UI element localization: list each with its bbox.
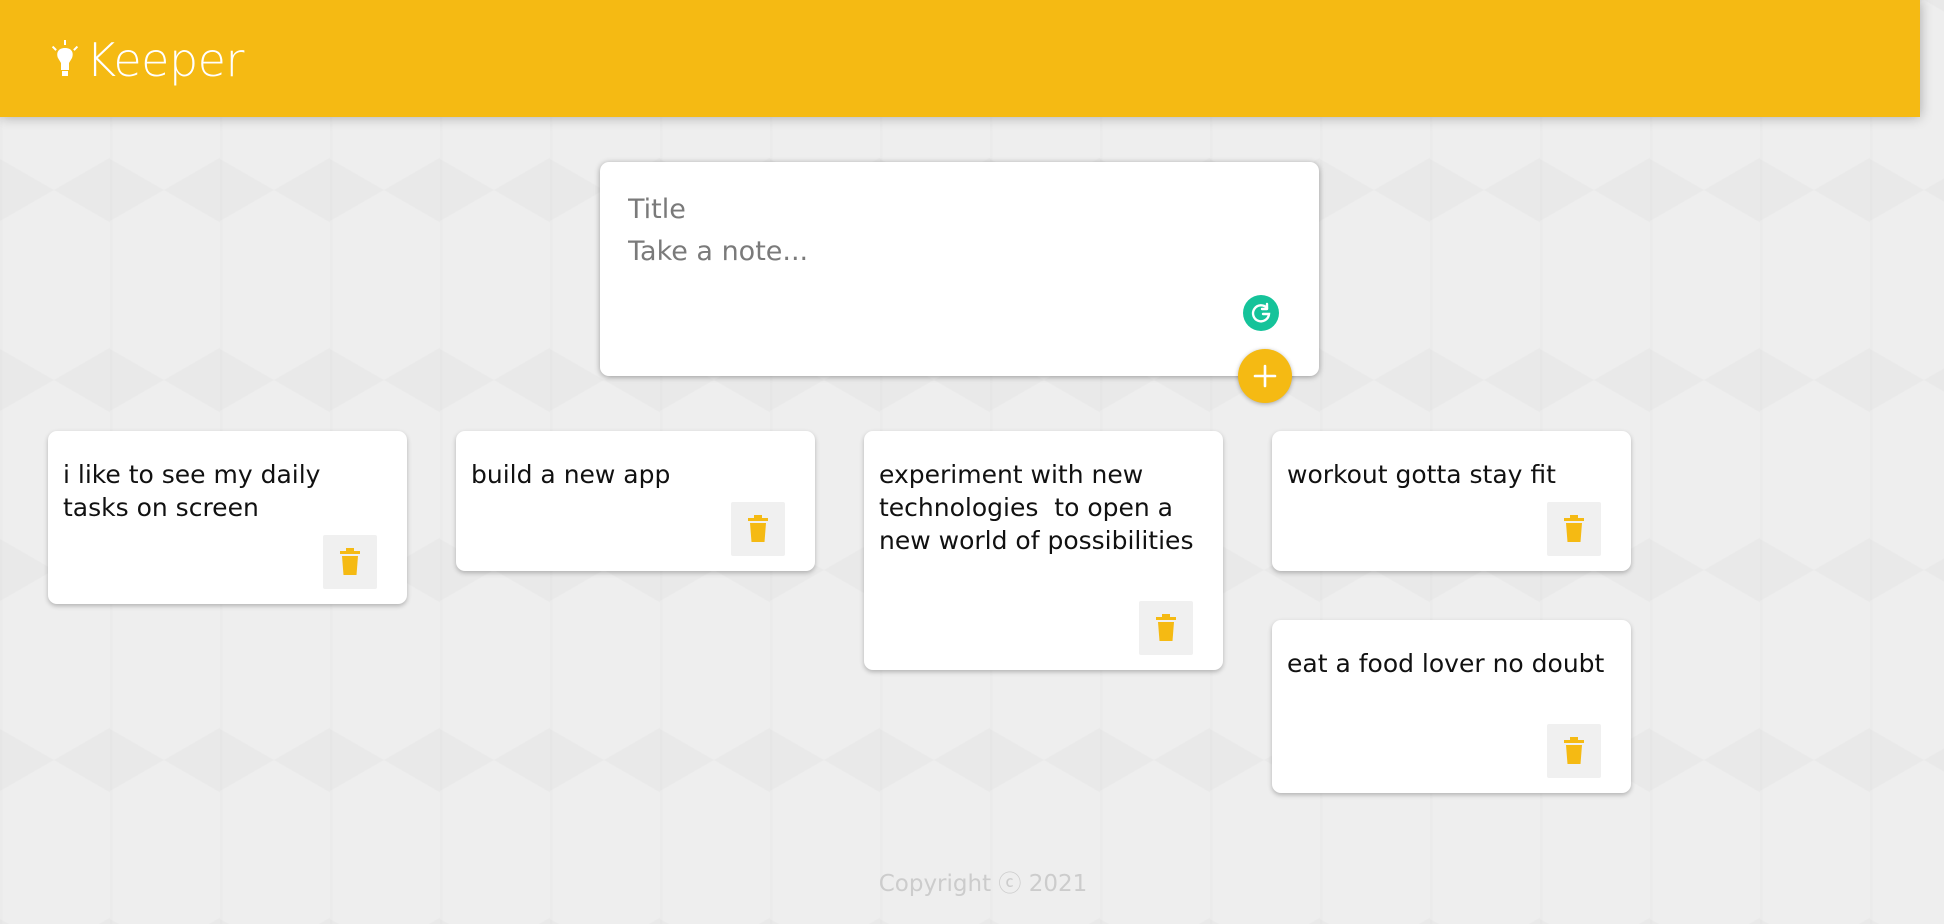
plus-icon	[1253, 364, 1277, 388]
note-content: eat a food lover no doubt	[1287, 649, 1605, 678]
grammarly-g-glyph	[1251, 302, 1271, 323]
note-content: build a new app	[471, 460, 671, 489]
trash-icon	[1564, 515, 1584, 542]
trash-icon	[748, 515, 768, 542]
note-title-input[interactable]	[628, 190, 1268, 228]
note-card: build a new app	[456, 431, 815, 571]
delete-note-button[interactable]	[1547, 724, 1601, 778]
lightbulb-icon	[51, 40, 79, 76]
note-content: workout gotta stay fit	[1287, 460, 1556, 489]
note-content: experiment with new technologies to open…	[879, 460, 1194, 555]
grammarly-icon[interactable]	[1243, 295, 1279, 331]
delete-note-button[interactable]	[1547, 502, 1601, 556]
note-content-input[interactable]	[628, 236, 1268, 326]
footer-copyright: Copyright ⓒ 2021	[878, 871, 1088, 897]
note-card: workout gotta stay fit	[1272, 431, 1631, 571]
add-note-button[interactable]	[1238, 349, 1292, 403]
note-card: eat a food lover no doubt	[1272, 620, 1631, 793]
trash-icon	[1564, 737, 1584, 764]
app-logo: Keeper	[50, 28, 244, 92]
delete-note-button[interactable]	[323, 535, 377, 589]
trash-icon	[1156, 614, 1176, 641]
trash-icon	[340, 548, 360, 575]
note-card: experiment with new technologies to open…	[864, 431, 1223, 670]
delete-note-button[interactable]	[1139, 601, 1193, 655]
app-header: Keeper	[0, 0, 1920, 117]
delete-note-button[interactable]	[731, 502, 785, 556]
note-content: i like to see my daily tasks on screen	[63, 460, 329, 522]
app-title: Keeper	[86, 33, 244, 87]
note-card: i like to see my daily tasks on screen	[48, 431, 407, 604]
create-note-form	[600, 162, 1319, 376]
